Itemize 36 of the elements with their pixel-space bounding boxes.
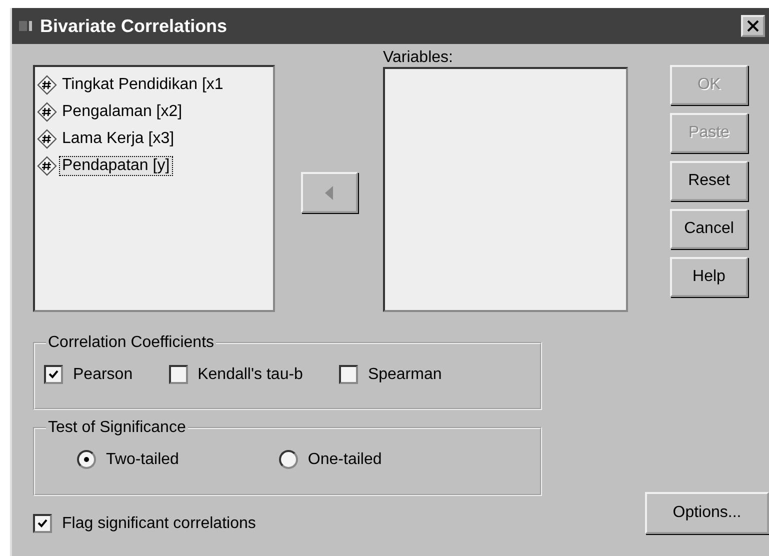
radio-label: One-tailed [308, 450, 382, 468]
check-icon [37, 518, 48, 529]
check-icon [48, 369, 59, 380]
variable-name: Pendapatan [y] [59, 156, 173, 176]
left-arrow-icon [325, 186, 333, 200]
variables-label: Variables: [383, 48, 454, 68]
numeric-variable-icon [37, 102, 57, 122]
variable-item[interactable]: Pengalaman [x2] [37, 98, 186, 125]
checkbox-label: Spearman [368, 366, 442, 384]
variable-item[interactable]: Lama Kerja [x3] [37, 125, 178, 152]
variable-item[interactable]: Tingkat Pendidikan [x1 [37, 71, 226, 98]
numeric-variable-icon [37, 74, 57, 94]
checkbox-label: Kendall's tau-b [198, 366, 303, 384]
options-button[interactable]: Options... [645, 492, 769, 534]
checkbox[interactable] [33, 514, 52, 533]
group-title: Test of Significance [46, 418, 188, 438]
checkbox-label: Pearson [73, 366, 133, 384]
variable-name: Pengalaman [x2] [61, 102, 184, 122]
numeric-variable-icon [37, 128, 57, 148]
radio-button[interactable] [77, 450, 96, 469]
checkbox[interactable] [44, 365, 63, 384]
checkbox[interactable] [338, 365, 358, 384]
variable-name: Lama Kerja [x3] [61, 128, 176, 148]
dialog-button[interactable]: Cancel [670, 209, 748, 249]
checkbox[interactable] [168, 365, 188, 384]
close-icon [747, 20, 759, 32]
radio-label: Two-tailed [106, 450, 179, 468]
variable-item[interactable]: Pendapatan [y] [37, 152, 173, 179]
dialog-button[interactable]: Help [670, 257, 748, 297]
dialog-button[interactable]: Reset [670, 161, 748, 201]
numeric-variable-icon [37, 156, 57, 176]
window-title: Bivariate Correlations [40, 16, 228, 36]
radio-button[interactable] [278, 450, 298, 469]
close-button[interactable] [741, 15, 765, 37]
checkbox-label: Flag significant correlations [62, 514, 256, 532]
variable-name: Tingkat Pendidikan [x1 [61, 74, 224, 94]
